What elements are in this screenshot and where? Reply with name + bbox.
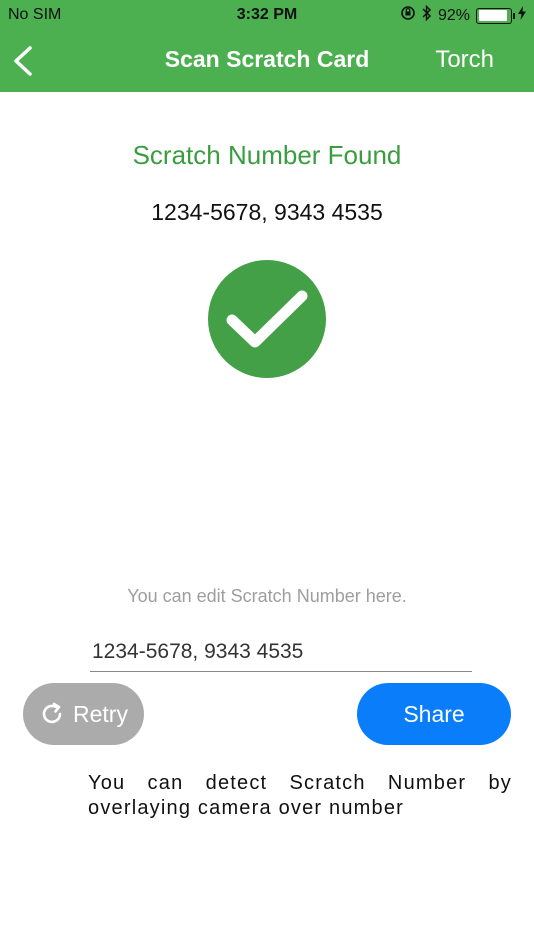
info-line-2: overlaying camera over number xyxy=(88,797,405,819)
edit-hint: You can edit Scratch Number here. xyxy=(127,586,407,606)
info-text: You can detect Scratch Number by overlay… xyxy=(88,771,512,821)
scratch-number-input[interactable] xyxy=(90,632,472,672)
success-check-icon xyxy=(208,260,326,378)
battery-tip xyxy=(513,12,515,19)
share-button[interactable]: Share xyxy=(357,683,511,745)
battery-fill xyxy=(478,10,508,21)
torch-button[interactable]: Torch xyxy=(435,46,494,74)
retry-label: Retry xyxy=(73,700,128,727)
battery-percent: 92% xyxy=(437,6,470,24)
info-line-1: You can detect Scratch Number by xyxy=(88,772,512,794)
nav-bar: Scan Scratch Card Torch xyxy=(0,30,534,92)
charging-icon xyxy=(518,6,526,25)
retry-button[interactable]: Retry xyxy=(23,683,144,745)
result-number: 1234-5678, 9343 4535 xyxy=(151,199,383,225)
status-bar: No SIM 3:32 PM 92% xyxy=(0,0,534,30)
status-right: 92% xyxy=(400,4,526,26)
orientation-lock-icon xyxy=(400,5,416,26)
battery-icon xyxy=(476,7,515,24)
result-title: Scratch Number Found xyxy=(132,140,402,170)
refresh-icon xyxy=(42,702,62,724)
bluetooth-icon xyxy=(422,4,432,26)
